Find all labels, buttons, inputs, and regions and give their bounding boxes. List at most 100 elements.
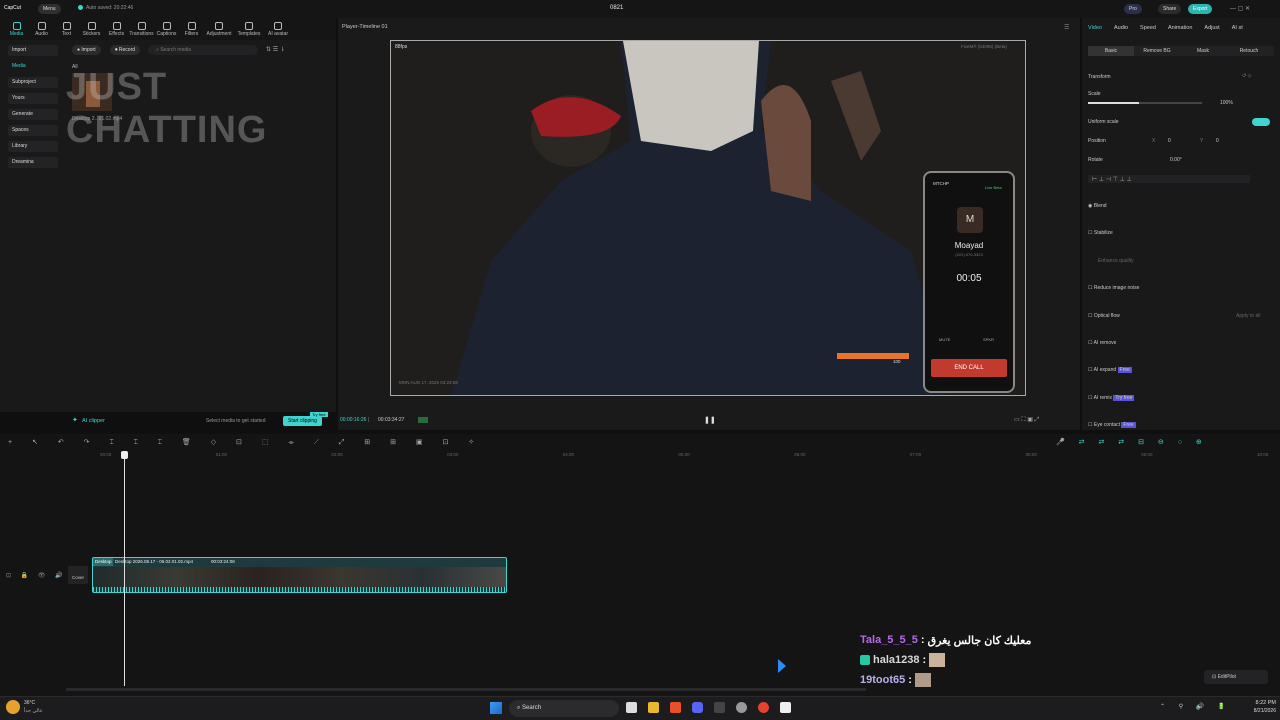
taskbar-search[interactable]: ⌕ Search: [509, 700, 619, 717]
scale-slider[interactable]: [1088, 102, 1202, 104]
ai-expand-row[interactable]: ☐ AI expand Free: [1088, 367, 1132, 373]
transform-heading[interactable]: Transform: [1088, 74, 1111, 80]
tab-animation[interactable]: Animation: [1168, 25, 1192, 31]
capcut-icon[interactable]: [780, 702, 791, 713]
timeline-clip[interactable]: Desktop Desktop 2026.08.17 - 06.02.01.02…: [92, 557, 507, 593]
chat-username: 19toot65: [860, 674, 906, 686]
ai-remove-row[interactable]: ☐ AI remove: [1088, 340, 1116, 346]
tool-audio[interactable]: Audio: [29, 21, 54, 37]
current-time: 00:00:16:26: [340, 417, 367, 423]
discord-icon[interactable]: [692, 702, 703, 713]
tab-adjust[interactable]: Adjust: [1204, 25, 1219, 31]
tab-ai-style[interactable]: AI st: [1232, 25, 1243, 31]
stabilize-row[interactable]: ☐ Stabilize: [1088, 230, 1113, 236]
timeline-toolbar[interactable]: + ↖ ↶ ↷ ⌶ ⌶ ⌶ 🗑 ◇ ⊡ ⬚ ⌯ ⟋ ⤢ ⊞ ⊞ ▣ ⊡ ✧: [8, 438, 483, 447]
tool-filters[interactable]: Filters: [179, 21, 204, 37]
media-panel: ● Import ⏺ Record ⌕ Search media ⇅ ☰ ⇂ A…: [66, 40, 336, 426]
weather-icon[interactable]: [6, 700, 20, 714]
subtab-mask[interactable]: Mask: [1180, 48, 1226, 54]
tab-audio[interactable]: Audio: [1114, 25, 1128, 31]
tool-media[interactable]: Media: [4, 21, 29, 37]
video-preview[interactable]: 88fps FiveM® (b3095) (Beta) MON AUG 17, …: [390, 40, 1026, 396]
uniform-scale-toggle[interactable]: [1252, 118, 1270, 126]
view-options-icon[interactable]: ⇅ ☰ ⇂: [266, 46, 285, 53]
nav-dreamina[interactable]: Dreamina: [8, 157, 58, 168]
nav-generate[interactable]: Generate: [8, 109, 58, 120]
menu-button[interactable]: Menu: [38, 4, 61, 14]
file-explorer-icon[interactable]: [648, 702, 659, 713]
pos-y-input[interactable]: 0: [1216, 138, 1219, 144]
subtab-remove-bg[interactable]: Remove BG: [1134, 48, 1180, 54]
subtab-retouch[interactable]: Retouch: [1226, 48, 1272, 54]
nav-subproject[interactable]: Subproject: [8, 77, 58, 88]
tab-video[interactable]: Video: [1088, 25, 1102, 31]
search-input[interactable]: ⌕ Search media: [148, 45, 258, 55]
call-timer: 00:05: [956, 273, 982, 284]
player-menu-icon[interactable]: ☰: [1064, 24, 1069, 31]
export-button[interactable]: Export: [1188, 4, 1213, 14]
rotate-label: Rotate: [1088, 157, 1103, 163]
tab-speed[interactable]: Speed: [1140, 25, 1156, 31]
rotate-input[interactable]: 0.00°: [1170, 157, 1182, 163]
weather-temp: 36°C: [24, 700, 36, 706]
record-button[interactable]: ⏺ Record: [110, 45, 141, 55]
start-icon[interactable]: [490, 702, 502, 714]
autosave-status: Auto saved: 20:22:46: [86, 5, 134, 11]
end-call-button: END CALL: [931, 359, 1007, 377]
ai-remix-row[interactable]: ☐ AI remix Try free: [1088, 395, 1135, 401]
window-controls[interactable]: — ▢ ✕: [1230, 5, 1250, 12]
reset-icon[interactable]: ↺ ◇: [1242, 73, 1251, 79]
editpilot-button[interactable]: ⊡ EditPilot: [1204, 670, 1268, 684]
task-view-icon[interactable]: [626, 702, 637, 713]
tool-templates[interactable]: Templates: [234, 21, 264, 37]
ruler-tick-label: 00:00: [100, 452, 112, 457]
timeline-scrollbar[interactable]: [66, 688, 866, 691]
chrome-icon[interactable]: [758, 702, 769, 713]
ruler-tick-label: 01:00: [215, 452, 227, 457]
player-controls[interactable]: ▭ ⛶ ▣ ⤢: [1014, 416, 1039, 424]
nav-yours[interactable]: Yours: [8, 93, 58, 104]
subtab-basic[interactable]: Basic: [1088, 46, 1134, 56]
pro-button[interactable]: Pro: [1124, 4, 1142, 14]
optical-flow-row[interactable]: ☐ Optical flow: [1088, 313, 1120, 319]
apply-all-button[interactable]: Apply to all: [1236, 313, 1260, 319]
nav-spaces[interactable]: Spaces: [8, 125, 58, 136]
nav-media[interactable]: Media: [8, 61, 58, 72]
phone-status: Live Beta: [985, 185, 1002, 190]
tool-transitions[interactable]: Transitions: [129, 21, 154, 37]
nav-library[interactable]: Library: [8, 141, 58, 152]
chat-text: معليك كان جالس يغرق: [927, 634, 1032, 647]
tool-ai-avatar[interactable]: AI avatar: [264, 21, 292, 37]
blend-row[interactable]: ◉ Blend: [1088, 203, 1107, 209]
share-button[interactable]: Share: [1158, 4, 1182, 14]
tool-captions[interactable]: Captions: [154, 21, 179, 37]
clock-time[interactable]: 8:22 PM: [1246, 700, 1276, 706]
brave-icon[interactable]: [670, 702, 681, 713]
enhance-quality-row[interactable]: Enhance quality: [1098, 258, 1134, 264]
playhead[interactable]: [120, 451, 128, 686]
ruler-tick-label: 05:00: [678, 452, 690, 457]
noise-row[interactable]: ☐ Reduce image noise: [1088, 285, 1139, 291]
ruler-tick-label: 03:00: [447, 452, 459, 457]
tool-adjustment[interactable]: Adjustment: [204, 21, 234, 37]
tool-stickers[interactable]: Stickers: [79, 21, 104, 37]
nav-import[interactable]: Import: [8, 45, 58, 56]
timeline-right-tools[interactable]: 🎤 ⇄ ⇄ ⇄ ⊟ ⊖ ○ ⊕: [1056, 438, 1208, 446]
eye-contact-row[interactable]: ☐ Eye contact Free: [1088, 422, 1136, 428]
language-indicator[interactable]: ع: [1196, 703, 1200, 710]
cursor-arrow-icon: [778, 659, 786, 673]
cover-button[interactable]: Cover: [68, 566, 88, 584]
app-icon[interactable]: [714, 702, 725, 713]
tool-text[interactable]: Text: [54, 21, 79, 37]
align-toolbar[interactable]: ⊢ ⊥ ⊣ ⊤ ⊥ ⊥: [1088, 175, 1250, 183]
pos-x-input[interactable]: 0: [1168, 138, 1171, 144]
playhead-handle[interactable]: [120, 451, 128, 459]
settings-icon[interactable]: [736, 702, 747, 713]
start-clipping-button[interactable]: Start clipping: [283, 416, 322, 426]
scale-value[interactable]: 100%: [1220, 100, 1233, 106]
pos-x-label: X: [1152, 138, 1156, 144]
tool-effects[interactable]: Effects: [104, 21, 129, 37]
clock-date[interactable]: 8/21/2026: [1240, 708, 1276, 714]
pause-button[interactable]: ❚❚: [704, 416, 716, 424]
import-button[interactable]: ● Import: [72, 45, 101, 55]
